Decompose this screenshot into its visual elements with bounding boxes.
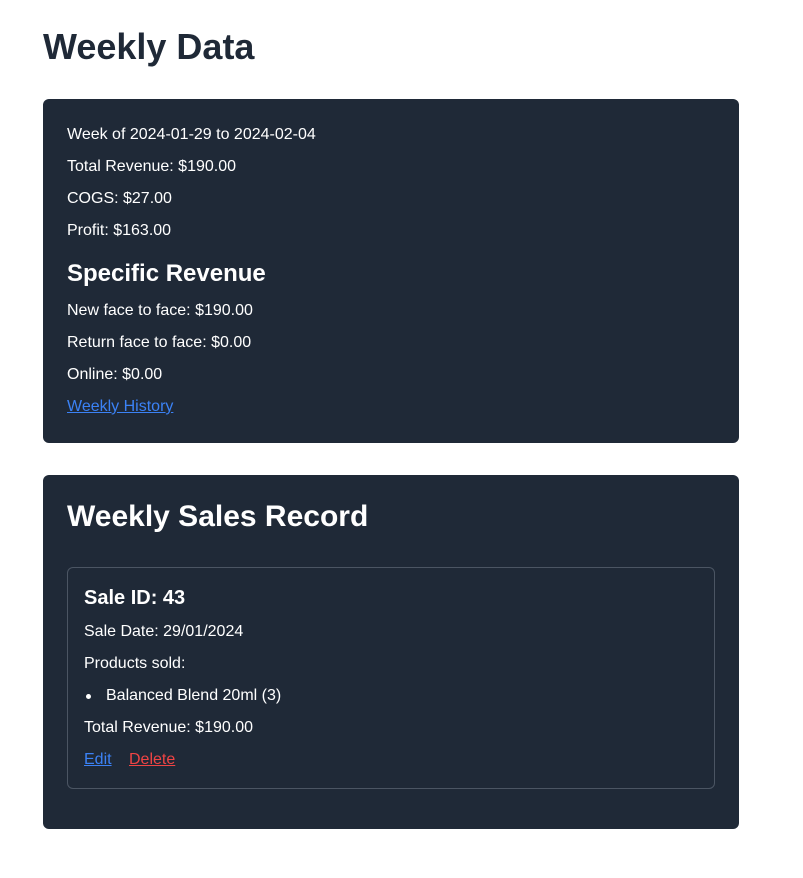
sale-item: Sale ID: 43 Sale Date: 29/01/2024 Produc… [67, 567, 715, 789]
return-face-to-face-text: Return face to face: $0.00 [67, 334, 252, 351]
total-revenue-text: Total Revenue: $190.00 [67, 158, 237, 175]
weekly-sales-record-card: Weekly Sales Record Sale ID: 43 Sale Dat… [43, 475, 739, 829]
sale-id-heading: Sale ID: 43 [84, 587, 186, 609]
products-list: Balanced Blend 20ml (3) [84, 684, 281, 708]
cogs-text: COGS: $27.00 [67, 190, 172, 207]
sale-date-text: Sale Date: 29/01/2024 [84, 623, 244, 640]
product-list-item: Balanced Blend 20ml (3) [84, 684, 281, 708]
week-range-text: Week of 2024-01-29 to 2024-02-04 [67, 126, 316, 143]
bullet-icon [86, 694, 91, 699]
sale-total-revenue-text: Total Revenue: $190.00 [84, 719, 254, 736]
profit-text: Profit: $163.00 [67, 222, 172, 239]
new-face-to-face-text: New face to face: $190.00 [67, 302, 253, 319]
delete-sale-link[interactable]: Delete [129, 748, 175, 772]
page-title: Weekly Data [43, 26, 255, 67]
sales-record-heading: Weekly Sales Record [67, 500, 369, 533]
specific-revenue-heading: Specific Revenue [67, 260, 266, 287]
weekly-summary-card: Week of 2024-01-29 to 2024-02-04 Total R… [43, 99, 739, 443]
weekly-history-link[interactable]: Weekly History [67, 395, 173, 419]
product-name-text: Balanced Blend 20ml (3) [106, 687, 282, 704]
online-revenue-text: Online: $0.00 [67, 366, 163, 383]
products-sold-label: Products sold: [84, 655, 186, 672]
edit-sale-link[interactable]: Edit [84, 748, 112, 772]
